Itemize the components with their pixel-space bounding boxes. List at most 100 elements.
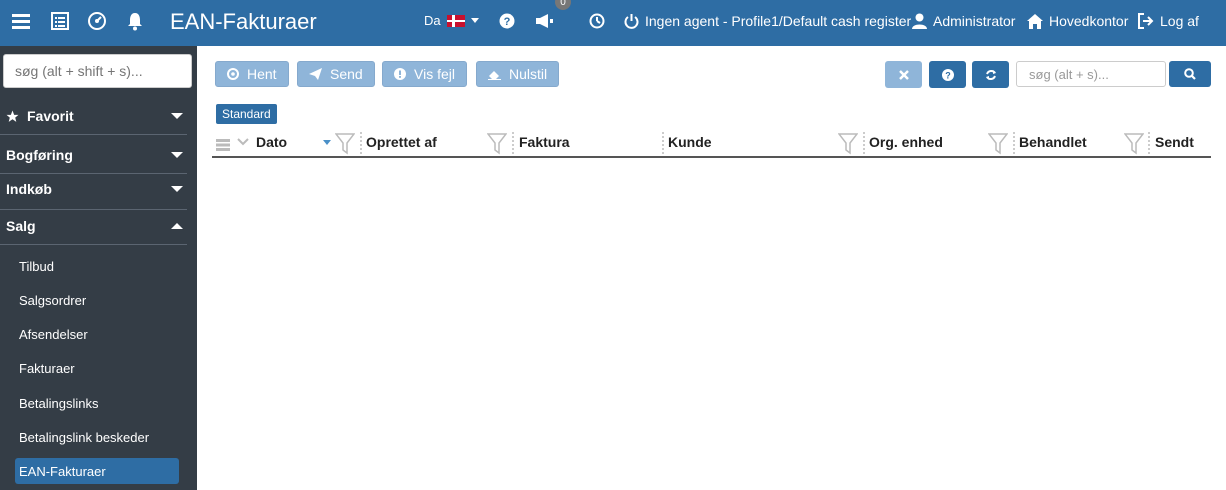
sidebar-section-label: Bogføring (6, 147, 73, 163)
column-divider[interactable] (662, 132, 664, 154)
divider (0, 134, 187, 135)
paper-plane-icon (309, 68, 322, 80)
filter-icon[interactable] (1124, 133, 1144, 155)
expand-all-icon[interactable] (237, 130, 249, 154)
menu-icon[interactable] (10, 10, 32, 32)
column-header-sendt[interactable]: Sendt (1155, 130, 1194, 154)
help-icon: ? (941, 68, 954, 81)
chevron-up-icon (171, 223, 183, 229)
sidebar-section-bogforing[interactable]: Bogføring (0, 143, 197, 167)
search-icon (1184, 68, 1196, 80)
download-circle-icon (227, 68, 239, 80)
sidebar-section-label: Favorit (27, 108, 74, 124)
divider (0, 173, 187, 174)
nulstil-label: Nulstil (509, 66, 548, 82)
column-divider[interactable] (1013, 132, 1015, 154)
dashboard-icon[interactable] (86, 10, 108, 32)
sidebar-item-ean-fakturaer[interactable]: EAN-Fakturaer (19, 464, 106, 479)
top-bar: EAN-Fakturaer Da ? 0 Ingen agent - Profi… (0, 0, 1226, 46)
column-divider[interactable] (863, 132, 865, 154)
filter-icon[interactable] (988, 133, 1008, 155)
help-icon[interactable]: ? (496, 10, 518, 32)
close-icon (898, 69, 909, 80)
column-divider[interactable] (360, 132, 362, 154)
sidebar-item-betalingslinks[interactable]: Betalingslinks (19, 396, 99, 411)
table-search-placeholder: søg (alt + s)... (1029, 66, 1109, 82)
sidebar: Favorit Bogføring Indkøb Salg Tilbud Sal… (0, 46, 197, 490)
sidebar-section-indkob[interactable]: Indkøb (0, 177, 197, 201)
language-selector[interactable]: Da (424, 13, 479, 28)
logout-icon (1138, 13, 1154, 29)
user-label: Administrator (933, 13, 1016, 29)
sidebar-item-fakturaer[interactable]: Fakturaer (19, 361, 75, 376)
sidebar-search-input[interactable] (3, 54, 192, 88)
search-button[interactable] (1169, 61, 1211, 87)
main-content: Hent Send Vis fejl Nulstil ? søg (alt + … (197, 46, 1226, 490)
star-icon (6, 110, 19, 122)
column-header-behandlet[interactable]: Behandlet (1019, 130, 1087, 154)
filter-icon[interactable] (335, 133, 355, 155)
send-label: Send (330, 66, 363, 82)
column-header-kunde[interactable]: Kunde (668, 130, 712, 154)
sort-desc-icon[interactable] (323, 130, 331, 154)
sidebar-section-salg[interactable]: Salg (0, 214, 197, 238)
notification-count-badge: 0 (555, 0, 571, 10)
user-menu[interactable]: Administrator (912, 13, 1015, 29)
svg-text:?: ? (945, 70, 951, 80)
logout-label: Log af (1160, 13, 1199, 29)
column-header-oprettet-af[interactable]: Oprettet af (366, 130, 437, 154)
vis-fejl-button[interactable]: Vis fejl (382, 61, 467, 87)
column-header-dato[interactable]: Dato (256, 130, 287, 154)
filter-icon[interactable] (487, 133, 507, 155)
chevron-down-icon (171, 186, 183, 192)
agent-status[interactable]: Ingen agent - Profile1/Default cash regi… (624, 13, 911, 29)
chevron-down-icon (171, 113, 183, 119)
column-header-org-enhed[interactable]: Org. enhed (869, 130, 943, 154)
refresh-button[interactable] (972, 61, 1009, 88)
table-header-border (212, 156, 1211, 158)
user-icon (912, 13, 927, 29)
bell-icon[interactable] (124, 10, 146, 32)
exclamation-circle-icon (394, 68, 406, 80)
svg-text:?: ? (504, 16, 511, 28)
list-icon[interactable] (49, 10, 71, 32)
column-divider[interactable] (512, 132, 514, 154)
refresh-icon (985, 69, 996, 80)
hent-button[interactable]: Hent (215, 61, 289, 87)
language-label: Da (424, 13, 441, 28)
sidebar-section-label: Indkøb (6, 181, 52, 197)
table-search-input[interactable]: søg (alt + s)... (1016, 61, 1166, 87)
divider (0, 209, 187, 210)
danish-flag-icon (446, 14, 465, 27)
location-label: Hovedkontor (1049, 13, 1129, 29)
divider (0, 244, 187, 245)
power-icon (624, 14, 639, 29)
chevron-down-icon (171, 152, 183, 158)
filter-icon[interactable] (838, 133, 858, 155)
page-title: EAN-Fakturaer (170, 9, 317, 34)
column-divider[interactable] (1148, 132, 1150, 154)
eraser-icon (488, 70, 501, 80)
location-menu[interactable]: Hovedkontor (1027, 13, 1128, 29)
nulstil-button[interactable]: Nulstil (476, 61, 560, 87)
send-button[interactable]: Send (297, 61, 375, 87)
vis-fejl-label: Vis fejl (414, 66, 455, 82)
sidebar-item-afsendelser[interactable]: Afsendelser (19, 327, 88, 342)
sidebar-item-betalingslink-beskeder[interactable]: Betalingslink beskeder (19, 430, 149, 445)
clock-icon[interactable] (586, 10, 608, 32)
hent-label: Hent (247, 66, 277, 82)
view-tag-standard[interactable]: Standard (216, 104, 277, 124)
help-button[interactable]: ? (929, 61, 966, 88)
megaphone-icon[interactable] (533, 10, 555, 32)
sidebar-section-favorit[interactable]: Favorit (0, 104, 197, 128)
home-icon (1027, 13, 1043, 29)
column-menu-icon[interactable] (216, 133, 230, 157)
agent-status-label: Ingen agent - Profile1/Default cash regi… (645, 13, 912, 29)
logout-button[interactable]: Log af (1138, 13, 1199, 29)
clear-filter-button[interactable] (885, 61, 922, 88)
column-header-faktura[interactable]: Faktura (519, 130, 570, 154)
sidebar-item-salgsordrer[interactable]: Salgsordrer (19, 293, 86, 308)
sidebar-item-tilbud[interactable]: Tilbud (19, 259, 54, 274)
sidebar-section-label: Salg (6, 218, 36, 234)
chevron-down-icon (470, 18, 479, 23)
